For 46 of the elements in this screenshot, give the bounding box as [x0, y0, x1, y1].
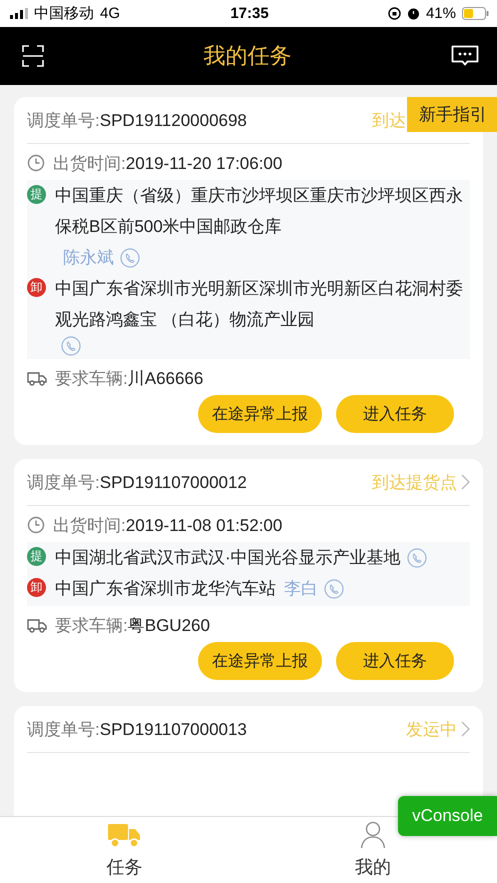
truck-icon [27, 617, 47, 633]
phone-button[interactable] [120, 246, 140, 268]
battery-icon [462, 7, 489, 20]
carrier-name: 中国移动 [34, 4, 94, 23]
address-text: 中国湖北省武汉市武汉·中国光谷显示产业基地 [55, 547, 401, 569]
address-text: 中国广东省深圳市龙华汽车站 [55, 578, 276, 600]
rotation-lock-icon [388, 7, 401, 20]
signal-icon [10, 8, 28, 19]
pickup-badge: 提 [27, 547, 46, 566]
pickup-badge: 提 [27, 185, 46, 204]
truck-icon [107, 821, 142, 849]
tab-item[interactable]: 任务 [84, 817, 164, 883]
alarm-icon [406, 7, 420, 20]
chevron-right-icon [461, 474, 470, 490]
order-number: 调度单号:SPD191107000013 [27, 718, 247, 740]
address-text: 中国广东省深圳市光明新区深圳市光明新区白花洞村委观光路鸿鑫宝 （白花）物流产业园 [55, 278, 464, 331]
clock-time: 17:35 [230, 5, 269, 22]
phone-button[interactable] [324, 578, 344, 600]
ship-time: 出货时间:2019-11-08 01:52:00 [53, 514, 282, 536]
address-text: 中国重庆（省级）重庆市沙坪坝区重庆市沙坪坝区西永保税B区前500米中国邮政仓库 [55, 185, 464, 238]
guide-badge[interactable]: 新手指引 [407, 97, 497, 132]
network-type: 4G [100, 5, 120, 22]
person-icon [360, 821, 386, 849]
unload-badge: 卸 [27, 578, 46, 597]
message-icon [451, 45, 479, 67]
order-number: 调度单号:SPD191120000698 [27, 110, 247, 132]
message-button[interactable] [451, 45, 479, 67]
chevron-right-icon [461, 721, 470, 737]
truck-icon [27, 370, 47, 386]
required-vehicle: 要求车辆:川A66666 [55, 368, 204, 390]
phone-button[interactable] [61, 335, 81, 357]
scan-icon [22, 45, 44, 67]
page-title: 我的任务 [204, 42, 292, 70]
clock-icon [27, 516, 45, 534]
order-number: 调度单号:SPD191107000012 [27, 472, 247, 494]
phone-button[interactable] [406, 546, 427, 568]
ship-time: 出货时间:2019-11-20 17:06:00 [53, 152, 282, 174]
report-exception-button[interactable]: 在途异常上报 [198, 395, 322, 433]
scan-button[interactable] [22, 45, 44, 67]
enter-task-button[interactable]: 进入任务 [336, 395, 454, 433]
clock-icon [27, 154, 45, 172]
enter-task-button[interactable]: 进入任务 [336, 642, 454, 680]
battery-percent: 41% [426, 5, 456, 22]
required-vehicle: 要求车辆:粤BGU260 [55, 614, 210, 636]
unload-badge: 卸 [27, 278, 46, 297]
report-exception-button[interactable]: 在途异常上报 [198, 642, 322, 680]
